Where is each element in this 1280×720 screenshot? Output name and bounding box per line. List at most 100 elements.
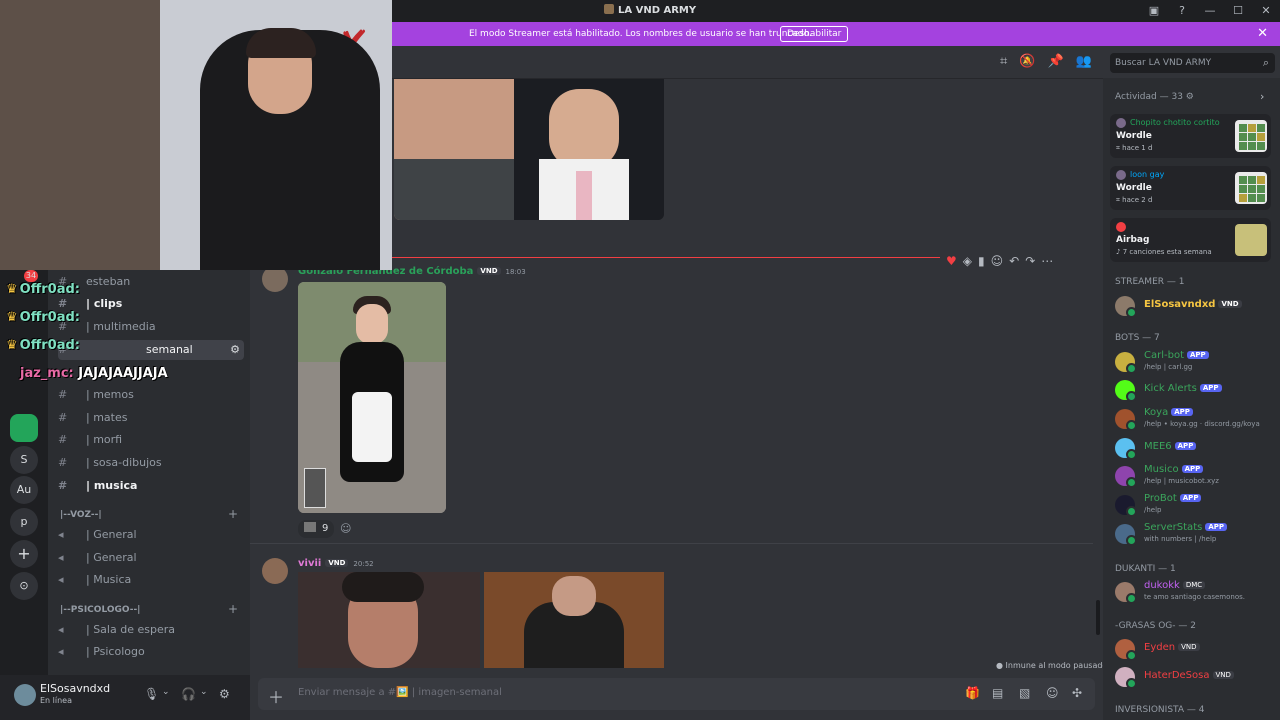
wordle-icon <box>1235 172 1267 204</box>
server-icon[interactable] <box>10 414 38 442</box>
discover-icon[interactable]: ⊙ <box>10 572 38 600</box>
close-icon[interactable]: ✕ <box>1257 22 1268 46</box>
channel-label: | Musica <box>86 573 132 586</box>
album-art <box>1235 224 1267 256</box>
activity-sub: ⌗ hace 1 d <box>1116 144 1153 152</box>
webcam-overlay: ✗ <box>0 0 392 270</box>
sticker-icon[interactable]: ▧ <box>1019 686 1030 700</box>
emoji-icon[interactable]: ☺ <box>1046 686 1059 700</box>
chevron-down-icon[interactable]: ⌄ <box>200 687 208 697</box>
server-p[interactable]: p <box>10 508 38 536</box>
forward-icon[interactable]: ↷ <box>1025 254 1035 268</box>
activity-card[interactable]: loon gay Wordle ⌗ hace 2 d <box>1110 166 1271 210</box>
voice-channel[interactable]: ◂ | Musica <box>58 570 244 590</box>
add-channel-icon[interactable]: + <box>228 602 238 616</box>
member-item[interactable]: Eyden VND <box>1115 637 1275 661</box>
member-status: /help <box>1144 506 1162 514</box>
gif-icon[interactable]: ▤ <box>992 686 1003 700</box>
message-image[interactable] <box>298 282 446 513</box>
channel-item[interactable]: # | memos <box>58 385 244 405</box>
voice-channel[interactable]: ◂ | Sala de espera <box>58 620 244 640</box>
apps-icon[interactable]: ✣ <box>1072 686 1082 700</box>
chevron-right-icon[interactable]: › <box>1260 90 1264 103</box>
channel-item[interactable]: # | clips <box>58 294 244 314</box>
avatar <box>1115 582 1137 604</box>
help-icon[interactable]: ? <box>1168 0 1196 22</box>
message-image[interactable] <box>298 572 480 668</box>
message-composer[interactable]: ＋ Enviar mensaje a #🖼️ | imagen-semanal … <box>258 678 1095 710</box>
gear-icon[interactable]: ⚙ <box>219 687 230 701</box>
role-tag: VND <box>1218 300 1242 308</box>
member-item[interactable]: ElSosavndxd VND <box>1115 294 1275 318</box>
pin-icon[interactable]: 📌 <box>1048 54 1064 69</box>
message-separator <box>250 543 1093 544</box>
member-item[interactable]: Carl-bot APP/help | carl.gg <box>1115 350 1275 374</box>
channel-item[interactable]: # | sosa-dibujos <box>58 453 244 473</box>
channel-settings-icon[interactable]: ⚙ <box>230 340 240 360</box>
server-s[interactable]: S <box>10 446 38 474</box>
message-author[interactable]: vivii VND 20:52 <box>298 558 374 569</box>
search-input[interactable]: Buscar LA VND ARMY ⌕ <box>1110 53 1275 73</box>
threads-icon[interactable]: ⌗ <box>1000 54 1007 69</box>
minimize-button[interactable]: — <box>1196 0 1224 22</box>
member-name-text: dukokk <box>1144 580 1180 591</box>
add-channel-icon[interactable]: + <box>228 507 238 521</box>
maximize-button[interactable]: ☐ <box>1224 0 1252 22</box>
channel-item[interactable]: # | morfi <box>58 430 244 450</box>
voice-channel[interactable]: ◂ | General <box>58 525 244 545</box>
activity-card[interactable]: Airbag ♪ 7 canciones esta semana <box>1110 218 1271 262</box>
voice-category[interactable]: |--PSICOLOGO--| <box>60 605 140 615</box>
member-item[interactable]: Koya APP/help • koya.gg · discord.gg/koya <box>1115 407 1275 431</box>
message-image[interactable] <box>394 79 664 220</box>
image-hair <box>342 572 424 602</box>
streamer-mode-banner: El modo Streamer está habilitado. Los no… <box>392 22 1280 46</box>
user-name[interactable]: ElSosavndxd <box>40 682 110 695</box>
gift-icon[interactable]: 🎁 <box>965 686 980 700</box>
member-item[interactable]: ProBot APP/help <box>1115 493 1275 517</box>
message-image[interactable] <box>484 572 664 668</box>
member-item[interactable]: MEE6 APP <box>1115 436 1275 460</box>
reaction-chip[interactable]: 9 <box>298 520 335 538</box>
speaker-icon: ◂ <box>58 528 64 541</box>
activity-card[interactable]: Chopito chotito cortito Wordle ⌗ hace 1 … <box>1110 114 1271 158</box>
member-item[interactable]: dukokk DMC te amo santiago casemonos. <box>1115 580 1275 604</box>
member-item[interactable]: HaterDeSosa VND <box>1115 665 1275 689</box>
member-item[interactable]: ServerStats APP with numbers | /help <box>1115 522 1275 546</box>
avatar[interactable] <box>262 558 288 584</box>
inbox-icon[interactable]: ▣ <box>1140 0 1168 22</box>
channel-label: | mates <box>86 411 128 424</box>
close-window-button[interactable]: ✕ <box>1252 0 1280 22</box>
reply-icon[interactable]: ↶ <box>1009 254 1019 268</box>
disable-streamer-button[interactable]: Deshabilitar <box>780 26 849 42</box>
gear-icon[interactable]: ⚙ <box>1186 92 1194 102</box>
add-reaction-icon[interactable]: ☺ <box>991 254 1004 268</box>
new-messages-line <box>392 257 944 258</box>
channel-item-active[interactable]: # semanal ⚙ <box>58 340 244 360</box>
voice-channel[interactable]: ◂ | Psicologo <box>58 642 244 662</box>
emoji-reaction-icon[interactable]: ◈ <box>963 254 972 268</box>
voice-category[interactable]: |--VOZ--| <box>60 510 102 520</box>
channel-item[interactable]: # | mates <box>58 408 244 428</box>
member-item[interactable]: Musico APP/help | musicobot.xyz <box>1115 464 1275 488</box>
add-server-icon[interactable]: + <box>10 540 38 568</box>
member-name: MEE6 APP <box>1144 441 1197 452</box>
microphone-icon[interactable]: 🎙 <box>144 687 159 701</box>
chevron-down-icon[interactable]: ⌄ <box>162 687 170 697</box>
heart-reaction-icon[interactable]: ♥ <box>946 254 957 268</box>
member-item[interactable]: Kick Alerts APP <box>1115 378 1275 402</box>
more-icon[interactable]: ⋯ <box>1041 254 1053 268</box>
add-reaction-icon[interactable]: ☺ <box>340 522 351 535</box>
headphones-icon[interactable]: 🎧 <box>181 687 196 701</box>
server-au[interactable]: Au <box>10 476 38 504</box>
mute-icon[interactable]: 🔕 <box>1019 54 1035 69</box>
bookmark-icon[interactable]: ▮ <box>978 254 985 268</box>
scrollbar[interactable] <box>1096 600 1100 635</box>
channel-item[interactable]: # esteban <box>58 272 244 292</box>
channel-item[interactable]: # | musica <box>58 476 244 496</box>
avatar[interactable] <box>14 684 36 706</box>
voice-channel[interactable]: ◂ | General <box>58 548 244 568</box>
overlay-user: Offr0ad: <box>19 310 80 325</box>
channel-item[interactable]: # | multimedia <box>58 317 244 337</box>
members-icon[interactable]: 👥 <box>1076 54 1092 69</box>
attach-icon[interactable]: ＋ <box>268 684 284 708</box>
